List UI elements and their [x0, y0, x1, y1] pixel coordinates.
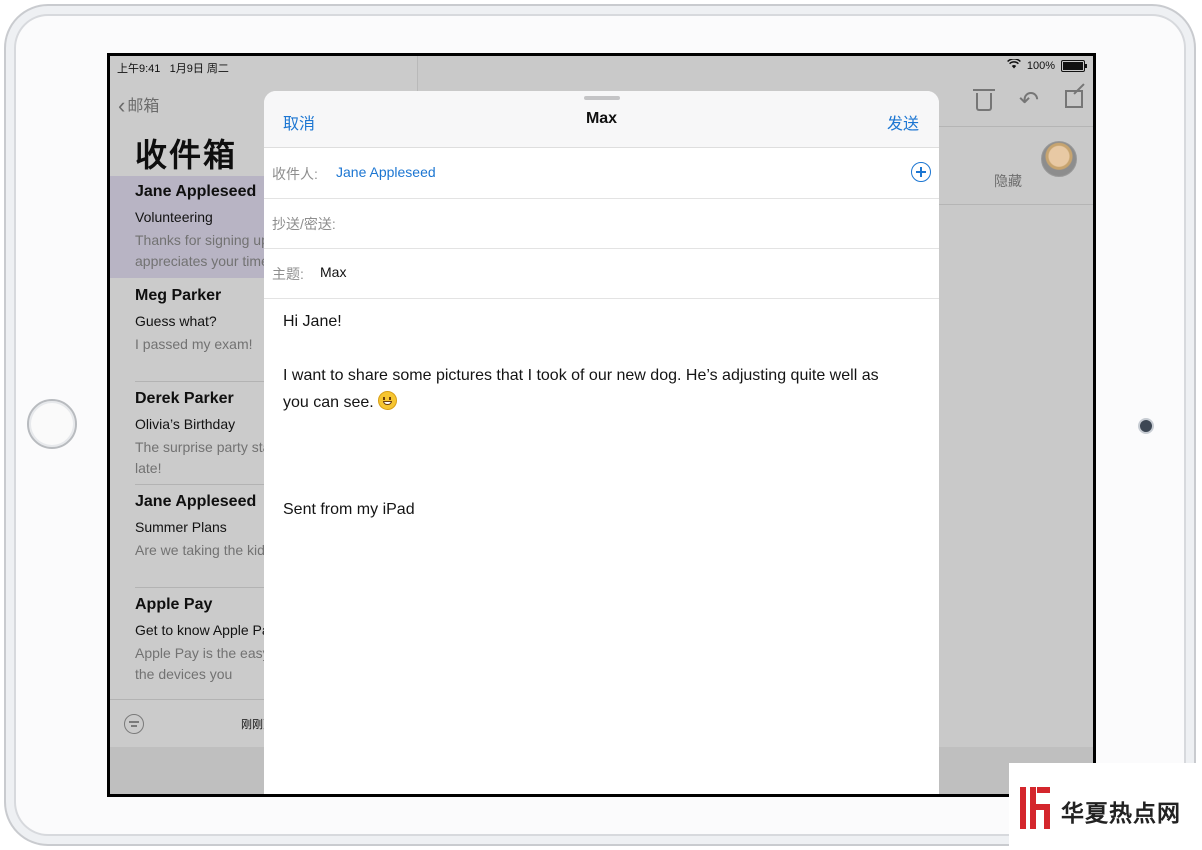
watermark-text: 华夏热点网: [1061, 800, 1181, 827]
trash-button[interactable]: [973, 89, 995, 112]
reply-icon[interactable]: ↶: [1019, 89, 1041, 113]
send-button[interactable]: 发送: [887, 110, 919, 134]
camera-icon: [1138, 418, 1154, 434]
wifi-icon: [1006, 58, 1021, 72]
mail-subject: Guess what?: [135, 313, 217, 329]
status-date: 1月9日 周二: [169, 63, 229, 75]
mail-sender: Derek Parker: [135, 390, 234, 407]
to-field[interactable]: 收件人: Jane Appleseed: [264, 148, 939, 199]
subject-label: 主题:: [272, 266, 304, 282]
cc-bcc-field[interactable]: 抄送/密送:: [264, 198, 939, 249]
status-time: 上午9:41: [117, 63, 161, 75]
status-right: 100%: [1006, 58, 1087, 72]
compose-title: Max: [585, 110, 618, 127]
body-greeting[interactable]: Hi Jane!: [283, 308, 342, 335]
watermark: 华夏热点网: [1009, 763, 1202, 850]
compose-nav-bar: 取消 Max 发送: [264, 91, 939, 148]
sheet-grabber[interactable]: [584, 96, 620, 100]
chevron-left-icon: ‹: [118, 93, 126, 118]
mail-sender: Apple Pay: [135, 596, 213, 613]
battery-icon: [1061, 59, 1087, 72]
trash-icon: [973, 89, 995, 111]
signature[interactable]: Sent from my iPad: [283, 496, 415, 523]
back-button[interactable]: ‹ 邮箱: [118, 92, 159, 119]
grinning-face-icon: [378, 391, 398, 410]
compose-sheet: 取消 Max 发送 收件人: Jane Appleseed 抄送/密送: 主题:…: [264, 91, 939, 794]
home-button[interactable]: [27, 399, 77, 449]
status-bar: 上午9:41 1月9日 周二 100%: [110, 56, 1093, 78]
to-label: 收件人:: [272, 166, 318, 182]
detail-toolbar: ↶: [973, 89, 1083, 113]
status-time-date: 上午9:41 1月9日 周二: [117, 60, 229, 76]
mail-subject: Olivia’s Birthday: [135, 416, 236, 432]
body-line-2-text: you can see.: [283, 394, 374, 411]
mail-subject: Summer Plans: [135, 519, 227, 535]
subject-value[interactable]: Max: [320, 264, 346, 280]
cc-bcc-label: 抄送/密送:: [272, 216, 336, 232]
subject-field[interactable]: 主题: Max: [264, 248, 939, 299]
back-label: 邮箱: [127, 98, 160, 115]
compose-icon[interactable]: [1065, 90, 1083, 108]
filter-icon[interactable]: [124, 714, 144, 734]
screen-content: 上午9:41 1月9日 周二 100% ‹ 邮箱 收件箱 Jane Applese…: [110, 56, 1093, 794]
add-contact-icon[interactable]: [911, 162, 931, 182]
mail-subject: Volunteering: [135, 209, 213, 225]
mail-sender: Meg Parker: [135, 287, 222, 304]
mail-sender: Jane Appleseed: [135, 183, 257, 200]
watermark-logo: [1017, 787, 1053, 829]
mail-subject: Get to know Apple Pay: [135, 622, 277, 638]
avatar: [1041, 141, 1077, 177]
body-line-2[interactable]: you can see.: [283, 389, 398, 416]
body-line-1[interactable]: I want to share some pictures that I too…: [283, 362, 879, 389]
mail-sender: Jane Appleseed: [135, 493, 257, 510]
ipad-screen: 上午9:41 1月9日 周二 100% ‹ 邮箱 收件箱 Jane Applese…: [107, 53, 1096, 797]
page-title: 收件箱: [135, 137, 238, 173]
to-recipient[interactable]: Jane Appleseed: [336, 164, 436, 180]
hide-link[interactable]: 隐藏: [994, 171, 1022, 191]
battery-percent: 100%: [1026, 59, 1055, 72]
